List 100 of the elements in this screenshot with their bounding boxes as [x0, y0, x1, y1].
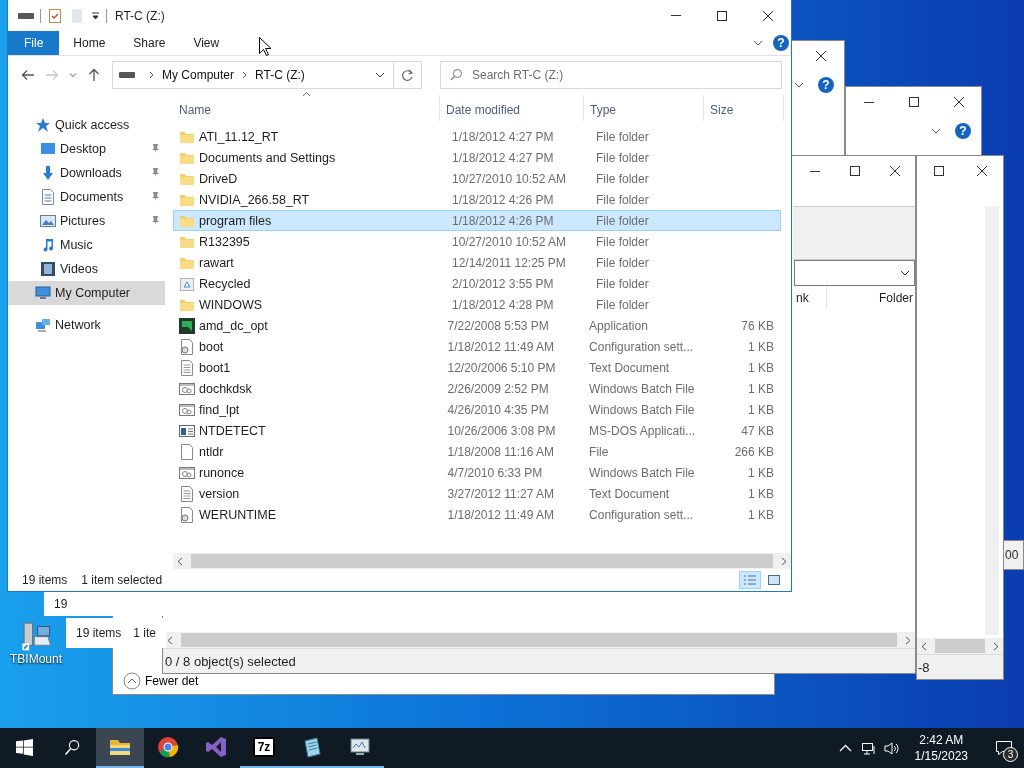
network-icon[interactable] — [860, 740, 876, 756]
file-row[interactable]: ATI_11.12_RT 1/18/2012 4:27 PM File folder — [173, 126, 781, 147]
chevron-down-icon[interactable] — [794, 82, 804, 88]
column-header[interactable]: Name — [173, 95, 440, 121]
file-size: 1 KB — [747, 402, 775, 417]
breadcrumb[interactable]: My Computer — [162, 68, 235, 82]
file-row[interactable]: NTDETECT 10/26/2006 3:08 PM MS-DOS Applicati... 47 KB — [173, 420, 781, 441]
nav-item[interactable]: Network — [8, 313, 165, 337]
file-row[interactable]: find_lpt 4/26/2010 4:35 PM Windows Batch File 1 KB — [173, 399, 781, 420]
customize-caret-icon[interactable] — [91, 11, 100, 20]
back-arrow-icon — [21, 68, 35, 82]
chevron-right-icon[interactable] — [149, 71, 154, 79]
file-row[interactable]: version 3/27/2012 11:27 AM Text Document 1 KB — [173, 483, 781, 504]
taskbar-app-button[interactable]: 7z — [240, 728, 288, 768]
file-row[interactable]: NVIDIA_266.58_RT 1/18/2012 4:26 PM File folder — [173, 189, 781, 210]
close-icon — [763, 10, 773, 21]
nav-item[interactable]: Desktop — [8, 137, 165, 161]
status-text: 1 ite — [133, 626, 157, 640]
file-name: version — [199, 486, 240, 501]
nav-item[interactable]: Videos — [8, 257, 165, 281]
properties-icon[interactable] — [47, 7, 63, 24]
application-icon — [179, 317, 195, 334]
file-row[interactable]: ntldr 1/18/2008 11:16 AM File 266 KB — [173, 441, 781, 462]
column-header[interactable]: Folder — [827, 291, 915, 305]
notifications-button[interactable]: 3 — [984, 728, 1024, 768]
ribbon-tab[interactable]: View — [179, 31, 234, 55]
nav-item[interactable]: Music — [8, 233, 165, 257]
nav-item[interactable]: Downloads — [8, 161, 165, 185]
file-row[interactable]: boot 1/18/2012 11:49 AM Configuration sett... 1 KB — [173, 336, 781, 357]
file-size: 1 KB — [747, 465, 775, 480]
close-icon — [890, 166, 900, 176]
pin-icon[interactable] — [150, 143, 161, 154]
chevron-down-icon — [900, 270, 910, 276]
nav-item[interactable]: Documents — [8, 185, 165, 209]
column-header[interactable]: nk — [796, 286, 827, 310]
help-button[interactable]: ? — [955, 123, 971, 139]
column-header[interactable]: Size — [704, 95, 784, 121]
pin-icon[interactable] — [150, 167, 161, 178]
file-row[interactable]: program files 1/18/2012 4:26 PM File folder — [173, 210, 781, 231]
file-row[interactable]: runonce 4/7/2010 6:33 PM Windows Batch File 1 KB — [173, 462, 781, 483]
file-row[interactable]: WINDOWS 1/18/2012 4:28 PM File folder — [173, 294, 781, 315]
settings-file-icon — [179, 338, 195, 355]
breadcrumb[interactable]: RT-C (Z:) — [255, 68, 305, 82]
file-row[interactable]: boot1 12/20/2006 5:10 PM Text Document 1 KB — [173, 357, 781, 378]
taskbar-app-button[interactable] — [96, 728, 144, 768]
chevron-down-icon[interactable] — [753, 40, 763, 46]
file-name: amd_dc_opt — [199, 318, 268, 333]
horizontal-scrollbar[interactable] — [173, 553, 791, 569]
up-arrow-icon — [87, 68, 101, 82]
file-row[interactable]: DriveD 10/27/2010 10:52 AM File folder — [173, 168, 781, 189]
file-type: Windows Batch File — [588, 402, 696, 417]
window-title: RT-C (Z:) — [115, 8, 165, 23]
help-button[interactable]: ? — [773, 35, 789, 51]
pin-icon[interactable] — [150, 191, 161, 202]
column-header[interactable]: Date modified — [440, 95, 584, 121]
scroll-left-icon[interactable] — [167, 635, 173, 645]
notepad-icon — [301, 736, 323, 758]
ribbon-tab[interactable]: Share — [119, 31, 180, 55]
horizontal-scrollbar[interactable] — [917, 638, 1003, 654]
ribbon-tab[interactable]: File — [8, 31, 60, 55]
scroll-left-icon[interactable] — [177, 556, 183, 566]
browser-icon — [157, 736, 179, 758]
chevron-down-icon[interactable] — [375, 72, 385, 78]
text-file-icon — [179, 485, 195, 502]
nav-item[interactable]: Quick access — [8, 113, 165, 137]
scroll-right-icon[interactable] — [905, 635, 911, 645]
file-row[interactable]: dochkdsk 2/26/2009 2:52 PM Windows Batch File 1 KB — [173, 378, 781, 399]
file-row[interactable]: Documents and Settings 1/18/2012 4:27 PM File folder — [173, 147, 781, 168]
nav-item[interactable]: Pictures — [8, 209, 165, 233]
file-type: Windows Batch File — [588, 381, 696, 396]
ribbon-tab[interactable]: Home — [59, 31, 120, 55]
date-modified: 7/22/2008 5:53 PM — [446, 318, 550, 333]
scroll-right-icon[interactable] — [993, 641, 999, 651]
status-text: 19 — [54, 597, 68, 611]
file-row[interactable]: amd_dc_opt 7/22/2008 5:53 PM Application 76 KB — [173, 315, 781, 336]
maximize-icon — [717, 10, 727, 21]
file-row[interactable]: WERUNTIME 1/18/2012 11:49 AM Configuration sett... 1 KB — [173, 504, 781, 525]
selection-count: 1 item selected — [81, 573, 163, 587]
fewer-details-button[interactable]: Fewer det — [113, 672, 774, 694]
nav-item[interactable]: My Computer — [8, 281, 165, 305]
blank-file-icon — [179, 443, 195, 460]
column-header[interactable]: Type — [584, 95, 704, 121]
file-row[interactable]: Recycled 2/10/2012 3:55 PM File folder — [173, 273, 781, 294]
chevron-down-icon[interactable] — [931, 128, 941, 134]
file-row[interactable]: R132395 10/27/2010 10:52 AM File folder — [173, 231, 781, 252]
dropdown-field[interactable] — [794, 260, 915, 286]
file-row[interactable]: rawart 12/14/2011 12:25 PM File folder — [173, 252, 781, 273]
scroll-left-icon[interactable] — [921, 641, 927, 651]
file-name: DriveD — [199, 171, 238, 186]
chevron-right-icon[interactable] — [242, 71, 248, 79]
speaker-icon[interactable] — [883, 740, 899, 756]
clock[interactable]: 2:42 AM 1/15/2023 — [906, 732, 984, 764]
file-name: R132395 — [199, 234, 250, 249]
address-bar[interactable]: My Computer RT-C (Z:) — [112, 61, 422, 89]
help-button[interactable]: ? — [818, 77, 834, 93]
scroll-right-icon[interactable] — [781, 556, 787, 566]
file-name: program files — [199, 213, 272, 228]
pin-icon[interactable] — [150, 215, 161, 226]
search-field[interactable]: Search RT-C (Z:) — [440, 61, 782, 89]
horizontal-scrollbar[interactable] — [163, 632, 915, 648]
